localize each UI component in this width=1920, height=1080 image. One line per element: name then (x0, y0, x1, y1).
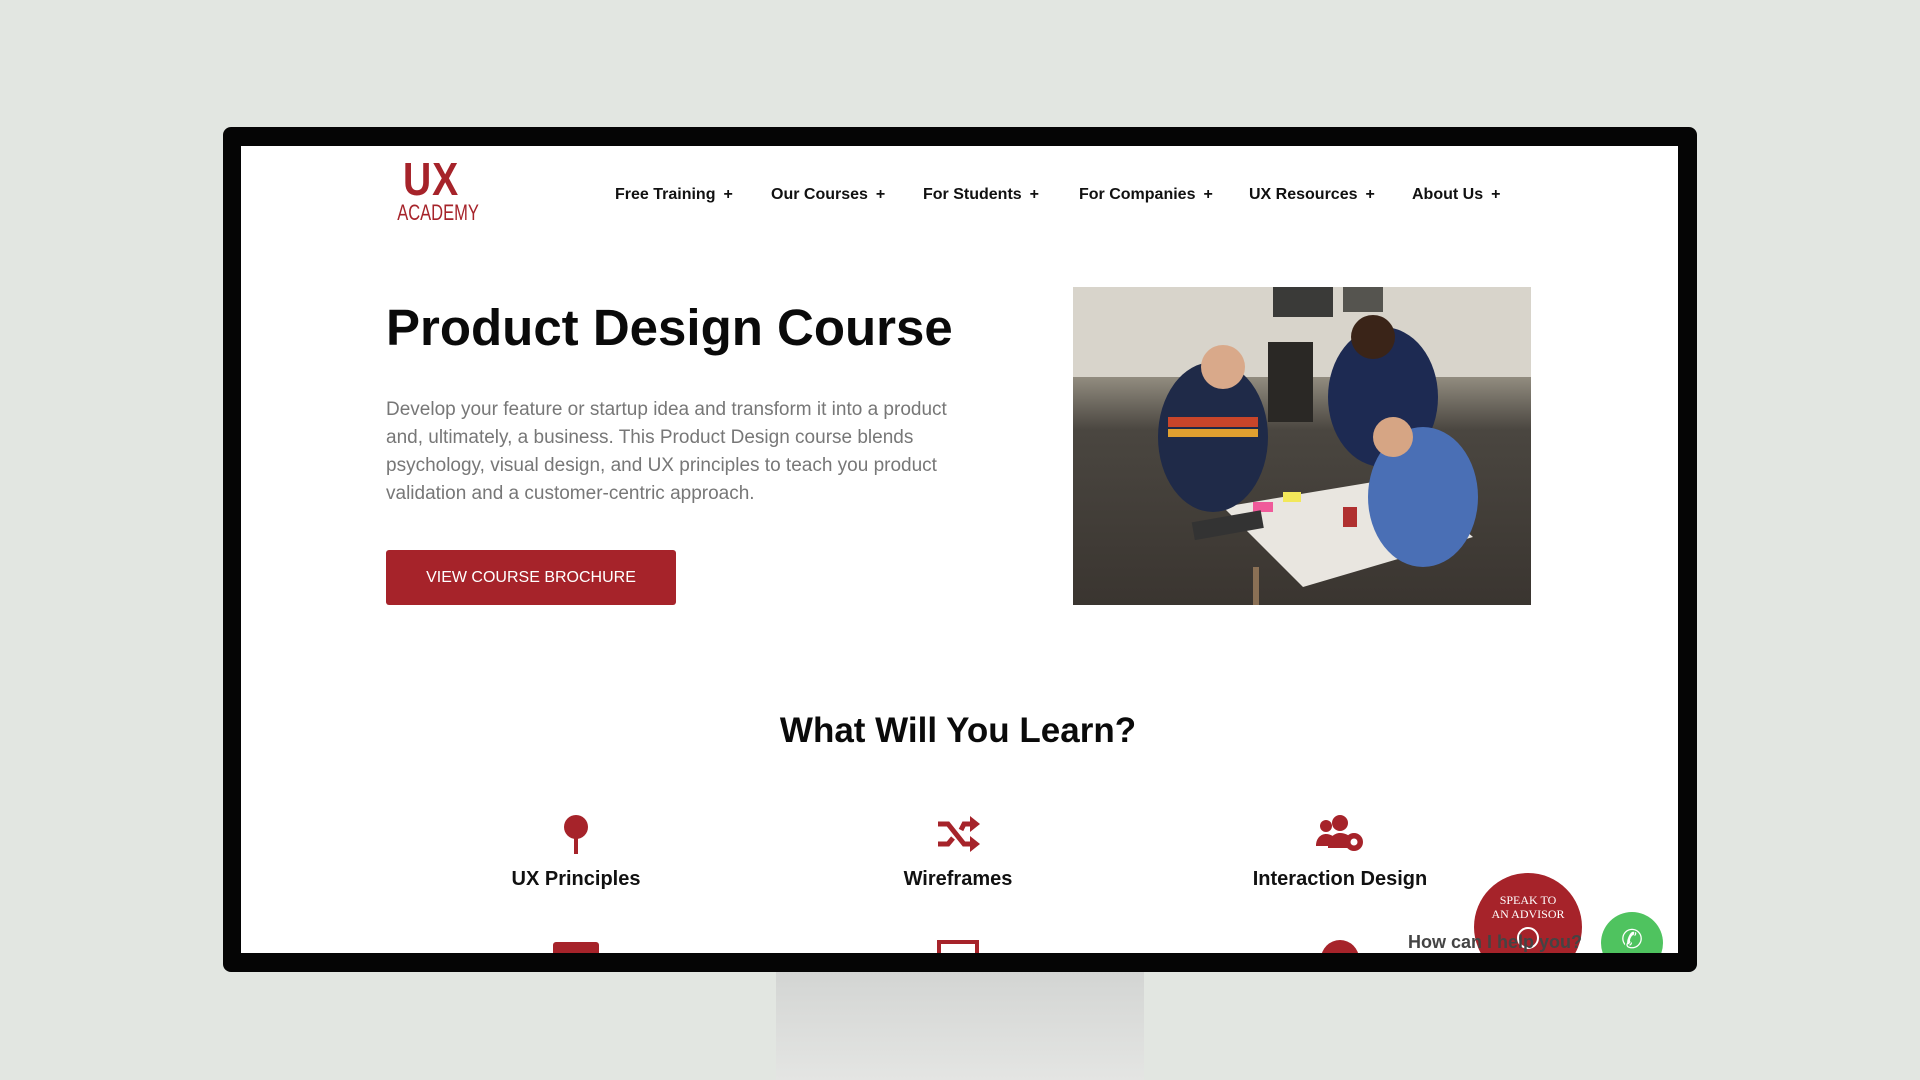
nav-label: For Companies (1079, 186, 1196, 203)
view-brochure-button[interactable]: VIEW COURSE BROCHURE (386, 550, 676, 605)
logo-ux: UX (402, 153, 460, 205)
feature-label: UX Principles (511, 868, 641, 890)
plus-icon: + (723, 186, 733, 203)
feature-label: Interaction Design (1252, 868, 1428, 890)
advisor-label: AN ADVISOR (1491, 907, 1565, 921)
nav-for-companies[interactable]: For Companies + (1079, 186, 1213, 204)
plus-icon: + (1203, 186, 1213, 203)
nav-label: Our Courses (771, 186, 868, 203)
advisor-label: SPEAK TO (1499, 893, 1557, 907)
users-cog-icon (1190, 814, 1490, 860)
whatsapp-button[interactable]: ✆ (1601, 912, 1663, 953)
logo[interactable]: UX ACADEMY (386, 153, 479, 226)
plus-icon: + (1491, 186, 1501, 203)
feature-interaction-design: Interaction Design (1190, 814, 1490, 891)
learn-section-title: What Will You Learn? (779, 711, 1137, 750)
nav-ux-resources[interactable]: UX Resources + (1249, 186, 1375, 204)
plus-icon: + (1365, 186, 1375, 203)
feature-label: Wireframes (903, 868, 1013, 890)
plus-icon: + (1029, 186, 1040, 203)
nav-about-us[interactable]: About Us + (1412, 186, 1500, 204)
shuffle-icon (808, 814, 1108, 860)
feature-wireframes: Wireframes (808, 814, 1108, 891)
partial-icon (553, 942, 599, 953)
nav-our-courses[interactable]: Our Courses + (771, 186, 885, 204)
badge-icon (1321, 940, 1359, 953)
nav-label: UX Resources (1249, 186, 1358, 203)
nav-label: Free Training (615, 186, 716, 203)
chat-help-text: How can I help you? (1408, 932, 1583, 952)
nav-free-training[interactable]: Free Training + (615, 186, 733, 204)
website-screen: UX ACADEMY Free Training + Our Courses + F… (241, 146, 1678, 953)
monitor-icon (937, 940, 979, 953)
feature-ux-principles: UX Principles (426, 814, 726, 891)
page-title: Product Design Course (386, 299, 953, 356)
monitor-stand (776, 972, 1144, 1080)
plus-icon: + (875, 186, 886, 203)
nav-for-students[interactable]: For Students + (923, 186, 1039, 204)
hero-photo (1073, 287, 1531, 605)
pin-icon (426, 814, 726, 860)
nav-label: For Students (923, 186, 1022, 203)
whatsapp-icon: ✆ (1621, 924, 1643, 953)
nav-label: About Us (1412, 186, 1484, 203)
logo-academy: ACADEMY (397, 200, 479, 225)
hero-description: Develop your feature or startup idea and… (386, 399, 947, 504)
